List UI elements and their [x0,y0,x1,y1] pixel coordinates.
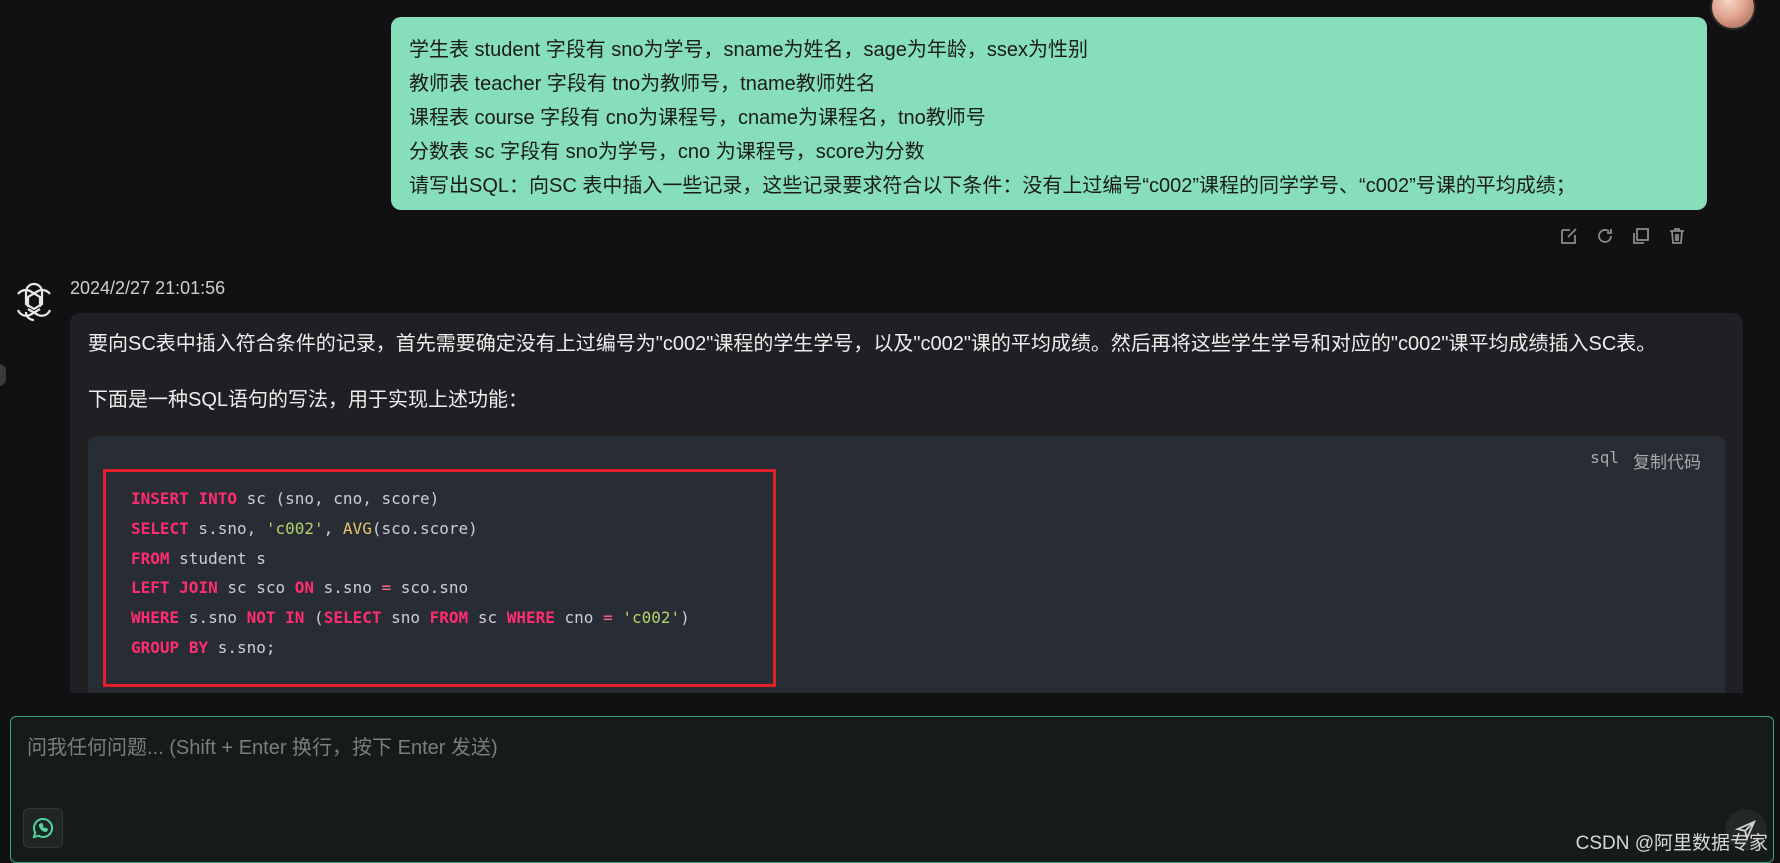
code-toolbar: sql 复制代码 [1590,448,1701,473]
user-message-line: 请写出SQL：向SC 表中插入一些记录，这些记录要求符合以下条件：没有上过编号“… [409,175,1576,197]
prompt-button[interactable] [23,808,63,848]
assistant-logo-icon [12,280,56,324]
chat-page: 学生表 student 字段有 sno为学号，sname为姓名，sage为年龄，… [0,0,1780,863]
assistant-message-bubble: 要向SC表中插入符合条件的记录，首先需要确定没有上过编号为"c002"课程的学生… [70,313,1743,693]
copy-icon[interactable] [1630,225,1652,247]
message-timestamp: 2024/2/27 21:01:56 [70,278,226,298]
code-block: sql 复制代码 INSERT INTO sc (sno, cno, score… [88,436,1725,693]
user-avatar[interactable] [1710,0,1756,30]
chat-input[interactable] [11,717,1773,862]
assistant-paragraph: 要向SC表中插入符合条件的记录，首先需要确定没有上过编号为"c002"课程的学生… [88,333,1657,355]
user-message-line: 课程表 course 字段有 cno为课程号，cname为课程名，tno教师号 [409,107,986,129]
delete-icon[interactable] [1666,225,1688,247]
scroll-handle[interactable] [0,364,6,386]
user-message-line: 教师表 teacher 字段有 tno为教师号，tname教师姓名 [409,73,876,95]
assistant-paragraph: 下面是一种SQL语句的写法，用于实现上述功能： [88,389,529,411]
user-message-line: 学生表 student 字段有 sno为学号，sname为姓名，sage为年龄，… [409,39,1089,61]
copy-code-button[interactable]: 复制代码 [1633,448,1701,473]
watermark: CSDN @阿里数据专家 [1575,833,1768,854]
user-message-line: 分数表 sc 字段有 sno为学号，cno 为课程号，score为分数 [409,141,925,163]
refresh-icon[interactable] [1594,225,1616,247]
code-content: INSERT INTO sc (sno, cno, score) SELECT … [131,489,690,657]
chat-input-area [10,716,1774,863]
edit-icon[interactable] [1558,225,1580,247]
chat-bubble-icon [32,817,54,839]
message-actions [1558,225,1688,247]
user-message-bubble: 学生表 student 字段有 sno为学号，sname为姓名，sage为年龄，… [391,17,1707,210]
code-language-label: sql [1590,448,1619,467]
